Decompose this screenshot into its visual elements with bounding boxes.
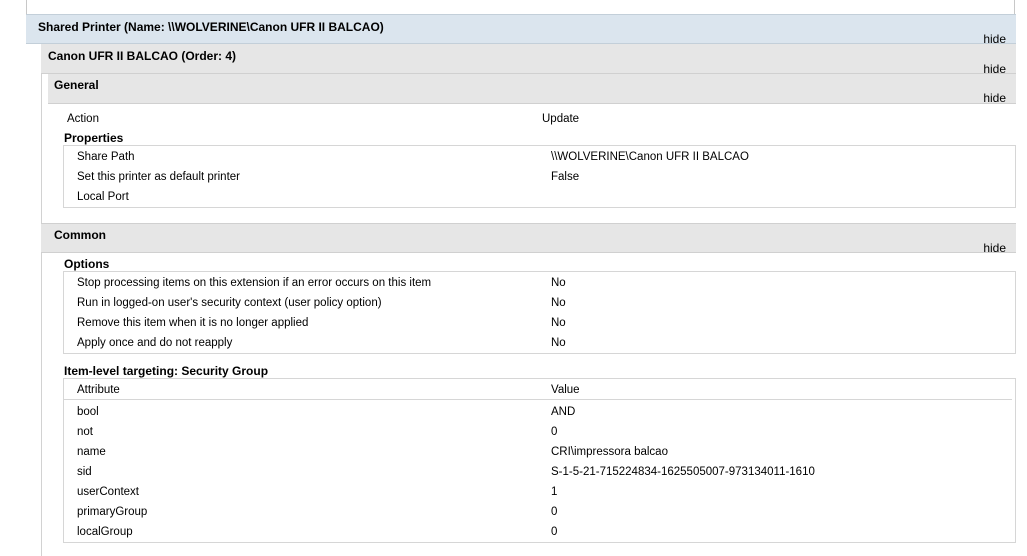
- targeting-title: Item-level targeting: Security Group: [64, 364, 269, 378]
- targeting-label: bool: [77, 406, 99, 418]
- option-value: No: [551, 337, 566, 349]
- common-hide-link[interactable]: hide: [983, 241, 1006, 255]
- targeting-value: AND: [551, 406, 576, 418]
- options-table: Stop processing items on this extension …: [63, 271, 1016, 354]
- common-title: Common: [54, 228, 106, 242]
- option-value: No: [551, 277, 566, 289]
- general-hide-link[interactable]: hide: [983, 91, 1006, 105]
- targeting-label: localGroup: [77, 526, 133, 538]
- option-value: No: [551, 317, 566, 329]
- outer-frame-right: [1014, 0, 1015, 14]
- printer-header: Canon UFR II BALCAO (Order: 4) hide: [41, 44, 1016, 76]
- option-label: Run in logged-on user's security context…: [77, 297, 382, 309]
- property-label: Local Port: [77, 191, 129, 203]
- targeting-header-divider: [64, 399, 1012, 400]
- targeting-label: sid: [77, 466, 92, 478]
- option-value: No: [551, 297, 566, 309]
- targeting-table: Attribute Value bool AND not 0 name CRI\…: [63, 378, 1016, 543]
- targeting-label: not: [77, 426, 93, 438]
- shared-printer-header: Shared Printer (Name: \\WOLVERINE\Canon …: [26, 14, 1016, 46]
- action-label: Action: [67, 113, 99, 125]
- property-value: False: [551, 171, 580, 183]
- targeting-value: CRI\impressora balcao: [551, 446, 668, 458]
- targeting-value: 1: [551, 486, 558, 498]
- options-title: Options: [64, 257, 110, 271]
- section-guide-line: [41, 44, 42, 556]
- common-header: Common hide: [41, 223, 1016, 255]
- properties-table: Share Path \\WOLVERINE\Canon UFR II BALC…: [63, 145, 1016, 208]
- targeting-value: S-1-5-21-715224834-1625505007-973134011-…: [551, 466, 815, 478]
- targeting-header-attribute: Attribute: [77, 384, 120, 396]
- targeting-label: name: [77, 446, 106, 458]
- property-label: Share Path: [77, 151, 135, 163]
- option-label: Stop processing items on this extension …: [77, 277, 432, 289]
- printer-title: Canon UFR II BALCAO (Order: 4): [48, 49, 236, 63]
- property-label: Set this printer as default printer: [77, 171, 240, 183]
- action-value: Update: [542, 113, 580, 125]
- properties-title: Properties: [64, 131, 124, 145]
- general-header: General hide: [48, 74, 1016, 105]
- property-value: \\WOLVERINE\Canon UFR II BALCAO: [551, 151, 749, 163]
- targeting-value: 0: [551, 506, 558, 518]
- shared-printer-title: Shared Printer (Name: \\WOLVERINE\Canon …: [38, 20, 384, 34]
- outer-frame-left: [26, 0, 27, 14]
- option-label: Remove this item when it is no longer ap…: [77, 317, 309, 329]
- targeting-label: primaryGroup: [77, 506, 148, 518]
- general-title: General: [54, 78, 99, 92]
- targeting-value: 0: [551, 426, 558, 438]
- targeting-header-value: Value: [551, 384, 580, 396]
- targeting-label: userContext: [77, 486, 140, 498]
- option-label: Apply once and do not reapply: [77, 337, 233, 349]
- targeting-value: 0: [551, 526, 558, 538]
